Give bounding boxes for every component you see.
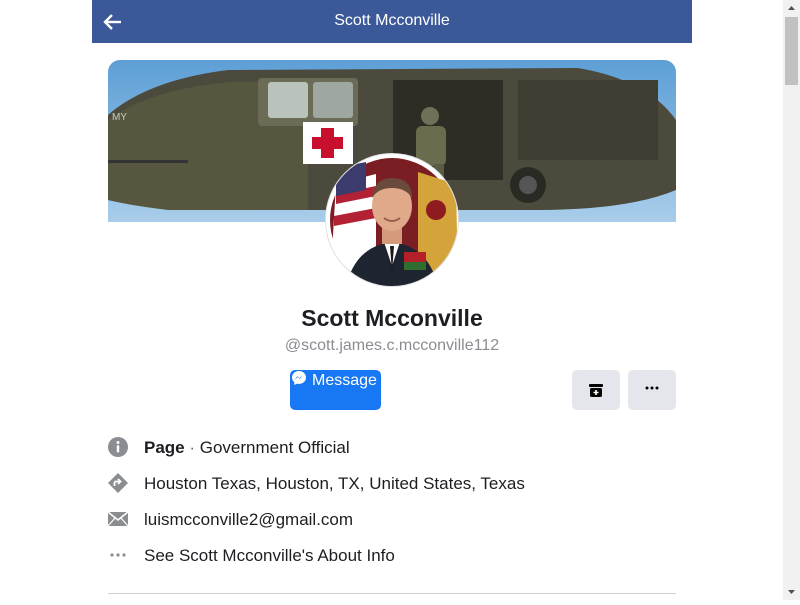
- top-header-bar: Scott Mcconville: [92, 0, 692, 43]
- scrollbar-thumb[interactable]: [785, 17, 798, 85]
- more-dots-icon: [108, 545, 128, 565]
- info-icon: [108, 437, 128, 457]
- message-button-label: Message: [312, 372, 377, 389]
- location-text: Houston Texas, Houston, TX, United State…: [144, 474, 525, 493]
- archive-button[interactable]: [572, 370, 620, 410]
- email-text: luismcconville2@gmail.com: [144, 510, 354, 529]
- scroll-down-arrow-icon[interactable]: [783, 583, 800, 600]
- section-divider: [108, 593, 676, 594]
- directions-icon: [108, 473, 128, 493]
- header-title: Scott Mcconville: [334, 12, 450, 29]
- info-row-email[interactable]: luismcconville2@gmail.com: [107, 509, 668, 531]
- page-type-label: Page: [144, 438, 185, 457]
- info-row-location[interactable]: Houston Texas, Houston, TX, United State…: [108, 473, 668, 495]
- info-row-page: Page · Government Official: [108, 437, 668, 459]
- vertical-scrollbar[interactable]: [783, 0, 800, 600]
- messenger-icon: [291, 370, 307, 386]
- profile-handle: @scott.james.c.mcconville112: [284, 337, 500, 354]
- scroll-up-arrow-icon[interactable]: [783, 0, 800, 17]
- more-options-button[interactable]: [628, 370, 676, 410]
- profile-name: Scott Mcconville: [301, 305, 483, 331]
- about-link[interactable]: See Scott Mcconville's About Info: [144, 546, 395, 566]
- message-button[interactable]: Message: [290, 370, 381, 410]
- profile-avatar[interactable]: [326, 154, 458, 286]
- page-separator: ·: [184, 438, 200, 457]
- svg-text:MY: MY: [112, 112, 127, 123]
- page-category: Government Official: [199, 438, 350, 457]
- info-row-about[interactable]: See Scott Mcconville's About Info: [108, 545, 668, 567]
- envelope-icon: [107, 509, 129, 529]
